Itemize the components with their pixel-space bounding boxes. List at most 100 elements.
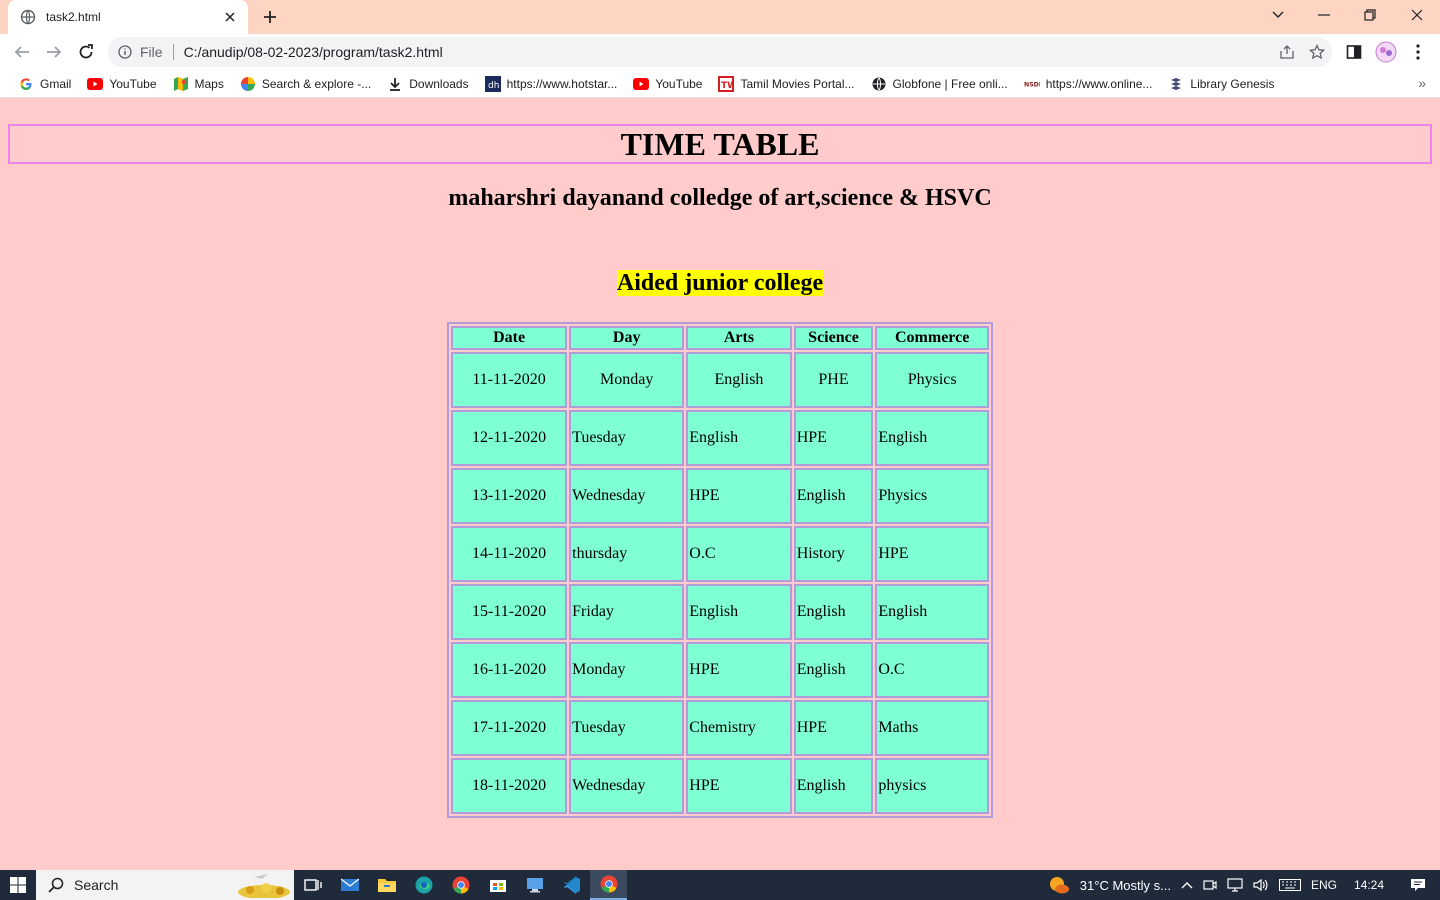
bookmark-label: https://www.online... [1045, 76, 1153, 91]
table-row: 13-11-2020 Wednesday HPE English Physics [451, 468, 989, 524]
tamil-movies-icon: TW [718, 75, 735, 92]
bookmark-library-genesis[interactable]: Library Genesis [1162, 72, 1280, 96]
search-highlight-illustration [236, 872, 290, 898]
title-box: TIME TABLE [8, 124, 1432, 164]
chrome-icon[interactable] [442, 870, 479, 900]
weather-text[interactable]: 31°C Mostly s... [1075, 870, 1176, 900]
cell-day: Friday [569, 584, 685, 640]
bookmark-youtube-2[interactable]: YouTube [627, 72, 708, 96]
youtube-icon [633, 76, 650, 92]
header-science: Science [793, 326, 874, 350]
windows-start-icon[interactable] [0, 870, 36, 900]
reload-icon[interactable] [72, 38, 100, 66]
cell-science: History [793, 526, 874, 582]
address-bar[interactable]: File C:/anudip/08-02-2023/program/task2.… [108, 37, 1332, 67]
bookmark-label: Search & explore -... [261, 76, 372, 91]
side-panel-icon[interactable] [1340, 38, 1368, 66]
subtitle-highlight: Aided junior college [616, 270, 824, 296]
menu-kebab-icon[interactable] [1404, 38, 1432, 66]
bookmark-downloads[interactable]: Downloads [381, 72, 474, 96]
cell-science: English [793, 584, 874, 640]
cell-commerce: physics [875, 758, 989, 814]
svg-text:dh: dh [488, 81, 499, 91]
profile-avatar[interactable] [1372, 38, 1400, 66]
cell-day: Wednesday [569, 758, 685, 814]
bookmark-label: Library Genesis [1190, 76, 1275, 91]
restore-icon[interactable] [1347, 0, 1393, 30]
file-explorer-icon[interactable] [368, 870, 405, 900]
maps-icon [173, 76, 189, 92]
tab-strip: task2.html [0, 0, 1440, 34]
notifications-icon[interactable] [1396, 870, 1440, 900]
edge-icon[interactable] [405, 870, 442, 900]
youtube-icon [87, 76, 104, 92]
bookmark-hotstar[interactable]: dh https://www.hotstar... [479, 72, 624, 96]
cell-day: Monday [569, 352, 685, 408]
bookmark-label: Maps [194, 76, 224, 91]
info-icon[interactable] [118, 45, 132, 59]
cell-arts: English [686, 584, 792, 640]
vscode-icon[interactable] [553, 870, 590, 900]
bookmark-youtube[interactable]: YouTube [81, 72, 162, 96]
globe-icon [20, 9, 36, 25]
cell-commerce: HPE [875, 526, 989, 582]
table-row: 18-11-2020 Wednesday HPE English physics [451, 758, 989, 814]
url-text[interactable]: C:/anudip/08-02-2023/program/task2.html [184, 44, 1272, 60]
table-row: 14-11-2020 thursday O.C History HPE [451, 526, 989, 582]
svg-text:NSDL: NSDL [1024, 81, 1040, 88]
language-indicator[interactable]: ENG [1306, 870, 1342, 900]
cell-commerce: Physics [875, 352, 989, 408]
timetable: Date Day Arts Science Commerce 11-11-202… [447, 322, 993, 818]
chrome-active-icon[interactable] [590, 870, 627, 900]
cell-science: PHE [793, 352, 874, 408]
bookmark-gmail[interactable]: Gmail [12, 72, 77, 96]
table-row: 12-11-2020 Tuesday English HPE English [451, 410, 989, 466]
taskbar-search-label: Search [74, 877, 119, 893]
network-icon[interactable] [1222, 870, 1248, 900]
new-tab-button[interactable] [258, 6, 282, 28]
bookmark-tamil-movies[interactable]: TW Tamil Movies Portal... [712, 72, 860, 96]
back-arrow-icon[interactable] [8, 38, 36, 66]
globe-icon [871, 76, 887, 92]
meet-now-icon[interactable] [1198, 870, 1222, 900]
close-window-icon[interactable] [1394, 0, 1440, 30]
bookmark-globfone[interactable]: Globfone | Free onli... [865, 72, 1014, 96]
cell-science: English [793, 758, 874, 814]
hotstar-icon: dh [484, 75, 501, 92]
remote-desktop-icon[interactable] [516, 870, 553, 900]
store-icon[interactable] [479, 870, 516, 900]
subtitle-wrapper: Aided junior college [0, 270, 1440, 297]
share-icon[interactable] [1272, 37, 1302, 67]
download-icon [387, 76, 403, 92]
volume-icon[interactable] [1248, 870, 1274, 900]
tab-search-chevron-icon[interactable] [1255, 0, 1301, 30]
bookmark-photos[interactable]: Search & explore -... [234, 72, 377, 96]
search-icon [48, 877, 64, 893]
keyboard-icon[interactable] [1274, 870, 1306, 900]
clock[interactable]: 14:24 [1342, 870, 1396, 900]
library-icon [1168, 76, 1184, 92]
bookmarks-overflow-icon[interactable]: » [1418, 75, 1426, 91]
browser-tab[interactable]: task2.html [8, 0, 248, 34]
page-title: TIME TABLE [620, 125, 820, 162]
google-icon [18, 76, 34, 92]
close-tab-icon[interactable] [222, 9, 238, 25]
table-row: 17-11-2020 Tuesday Chemistry HPE Maths [451, 700, 989, 756]
bookmark-maps[interactable]: Maps [167, 72, 230, 96]
task-view-icon[interactable] [294, 870, 331, 900]
mail-icon[interactable] [331, 870, 368, 900]
cell-science: English [793, 468, 874, 524]
header-arts: Arts [686, 326, 792, 350]
cell-day: Tuesday [569, 700, 685, 756]
bookmark-online[interactable]: NSDL https://www.online... [1018, 72, 1159, 96]
cell-arts: HPE [686, 758, 792, 814]
cell-date: 14-11-2020 [451, 526, 568, 582]
weather-icon[interactable] [1043, 870, 1075, 900]
taskbar-search-box[interactable]: Search [36, 870, 294, 900]
forward-arrow-icon[interactable] [40, 38, 68, 66]
chevron-up-icon[interactable] [1176, 870, 1198, 900]
cell-day: Tuesday [569, 410, 685, 466]
minimize-icon[interactable] [1301, 0, 1347, 30]
cell-commerce: English [875, 584, 989, 640]
bookmark-star-icon[interactable] [1302, 37, 1332, 67]
